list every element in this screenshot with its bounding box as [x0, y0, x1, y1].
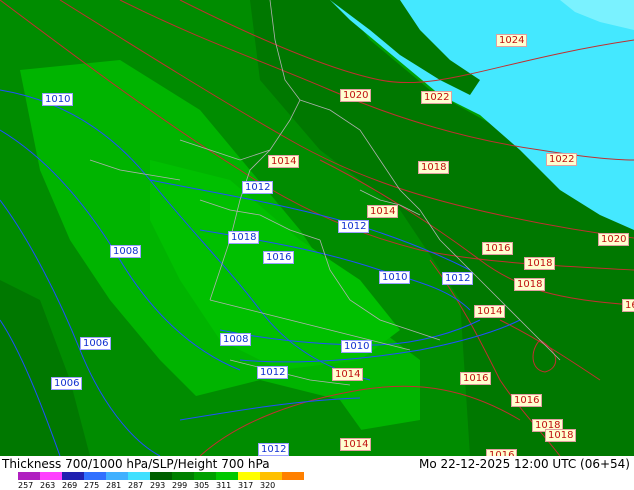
colorbar-swatch: [150, 472, 172, 480]
isobar-label: 1018: [545, 429, 577, 442]
isobar-label: 1014: [268, 155, 300, 168]
colorbar-tick: 293: [150, 481, 166, 490]
colorbar-swatch: [62, 472, 84, 480]
isobar-label: 1012: [257, 366, 289, 379]
valid-time: Mo 22-12-2025 12:00 UTC (06+54): [418, 457, 630, 471]
isobar-label: 1008: [110, 245, 142, 258]
colorbar-swatch: [260, 472, 282, 480]
isobar-label: 1012: [242, 181, 274, 194]
isobar-label: 16: [622, 299, 634, 312]
isobar-label: 1018: [228, 231, 260, 244]
isobar-label: 1012: [258, 443, 290, 456]
isobar-label: 1016: [486, 449, 518, 456]
isobar-label: 1010: [42, 93, 74, 106]
colorbar-tick: 269: [62, 481, 78, 490]
colorbar-tick: 299: [172, 481, 188, 490]
isobar-label: 1020: [340, 89, 372, 102]
isobar-label: 1016: [263, 251, 295, 264]
map-canvas: [0, 0, 634, 456]
isobar-label: 1016: [511, 394, 543, 407]
colorbar-tick: 317: [238, 481, 254, 490]
isobar-label: 1022: [421, 91, 453, 104]
isobar-label: 1016: [482, 242, 514, 255]
isobar-label: 1008: [220, 333, 252, 346]
colorbar-swatch: [40, 472, 62, 480]
isobar-label: 1020: [598, 233, 630, 246]
colorbar-tick: 311: [216, 481, 232, 490]
weather-map: 1024 1020 1022 1010 1014 1018 1022 1012 …: [0, 0, 634, 456]
colorbar-swatch: [282, 472, 304, 480]
isobar-label: 1022: [546, 153, 578, 166]
colorbar-swatch: [106, 472, 128, 480]
colorbar-swatch: [216, 472, 238, 480]
colorbar-tick: 287: [128, 481, 144, 490]
colorbar-tick: 263: [40, 481, 56, 490]
isobar-label: 1010: [379, 271, 411, 284]
isobar-label: 1014: [340, 438, 372, 451]
isobar-label: 1010: [341, 340, 373, 353]
isobar-label: 1006: [80, 337, 112, 350]
footer-bar: Thickness 700/1000 hPa/SLP/Height 700 hP…: [0, 456, 634, 490]
colorbar-swatch: [18, 472, 40, 480]
colorbar-swatch: [128, 472, 150, 480]
thickness-colorbar: [18, 472, 304, 480]
isobar-label: 1018: [418, 161, 450, 174]
isobar-label: 1018: [524, 257, 556, 270]
colorbar-swatch: [194, 472, 216, 480]
isobar-label: 1014: [332, 368, 364, 381]
colorbar-tick: 257: [18, 481, 34, 490]
isobar-label: 1014: [474, 305, 506, 318]
map-title: Thickness 700/1000 hPa/SLP/Height 700 hP…: [2, 457, 270, 471]
colorbar-swatch: [84, 472, 106, 480]
colorbar-tick: 281: [106, 481, 122, 490]
colorbar-swatch: [238, 472, 260, 480]
colorbar-tick: 305: [194, 481, 210, 490]
colorbar-swatch: [172, 472, 194, 480]
isobar-label: 1006: [51, 377, 83, 390]
isobar-label: 1024: [496, 34, 528, 47]
isobar-label: 1014: [367, 205, 399, 218]
colorbar-tick: 320: [260, 481, 276, 490]
isobar-label: 1012: [442, 272, 474, 285]
isobar-label: 1018: [514, 278, 546, 291]
isobar-label: 1012: [338, 220, 370, 233]
colorbar-tick: 275: [84, 481, 100, 490]
isobar-label: 1016: [460, 372, 492, 385]
